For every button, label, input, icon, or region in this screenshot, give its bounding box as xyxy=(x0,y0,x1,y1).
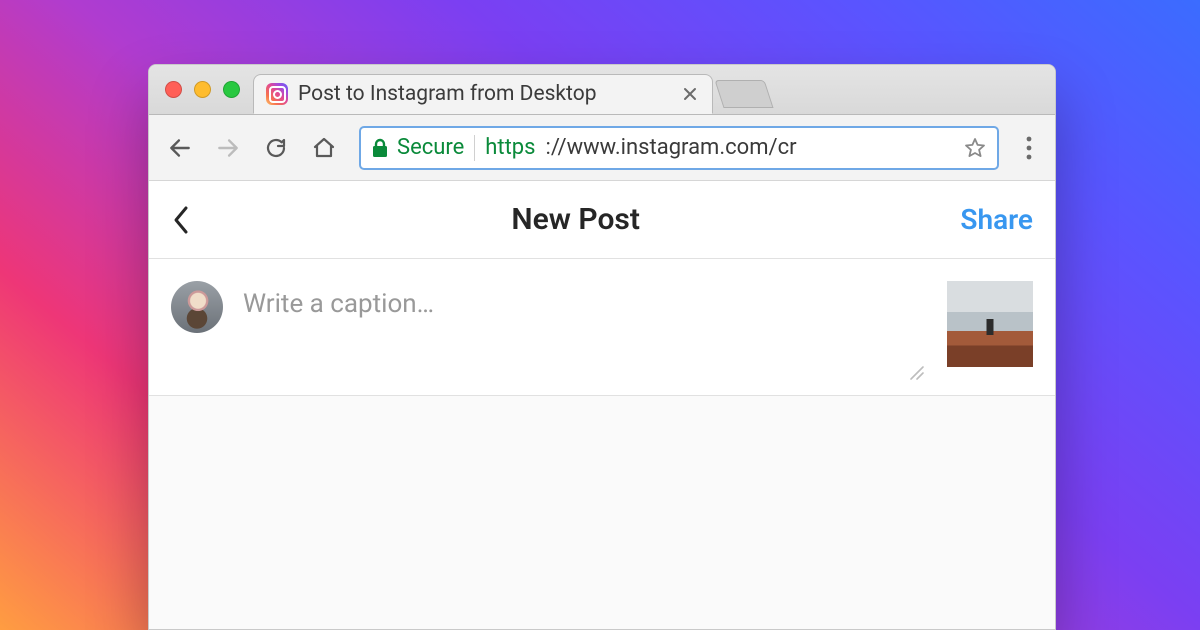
reload-icon xyxy=(264,136,288,160)
resize-grip-icon xyxy=(909,365,925,381)
caption-input[interactable]: Write a caption… xyxy=(243,281,927,351)
browser-window: Post to Instagram from Desktop xyxy=(148,64,1056,630)
user-avatar[interactable] xyxy=(171,281,223,333)
gradient-background: Post to Instagram from Desktop xyxy=(0,0,1200,630)
arrow-left-icon xyxy=(167,135,193,161)
browser-tab[interactable]: Post to Instagram from Desktop xyxy=(253,74,713,114)
url-text: ://www.instagram.com/cr xyxy=(546,135,797,160)
textarea-resize-handle[interactable] xyxy=(909,365,925,381)
star-icon xyxy=(963,136,987,160)
nav-forward-button xyxy=(215,135,241,161)
bookmark-button[interactable] xyxy=(963,136,987,160)
home-icon xyxy=(312,136,336,160)
url-scheme: https xyxy=(485,135,535,160)
caption-composer: Write a caption… xyxy=(149,259,1055,396)
browser-tabstrip: Post to Instagram from Desktop xyxy=(149,65,1055,115)
chevron-left-icon xyxy=(171,204,191,236)
post-image-thumbnail[interactable] xyxy=(947,281,1033,367)
secure-label: Secure xyxy=(397,135,464,160)
arrow-right-icon xyxy=(215,135,241,161)
address-bar[interactable]: Secure https ://www.instagram.com/cr xyxy=(359,126,999,170)
nav-reload-button[interactable] xyxy=(263,135,289,161)
secure-indicator: Secure xyxy=(371,135,464,160)
instagram-favicon-icon xyxy=(266,83,288,105)
browser-menu-button[interactable] xyxy=(1021,135,1037,161)
window-zoom-button[interactable] xyxy=(223,81,240,98)
page-body xyxy=(149,396,1055,630)
more-vertical-icon xyxy=(1025,135,1033,161)
close-icon xyxy=(682,86,698,102)
browser-tab-title: Post to Instagram from Desktop xyxy=(298,82,668,106)
nav-home-button[interactable] xyxy=(311,135,337,161)
nav-back-button[interactable] xyxy=(167,135,193,161)
share-button[interactable]: Share xyxy=(960,203,1033,236)
address-separator xyxy=(474,135,475,161)
new-tab-button[interactable] xyxy=(714,80,773,108)
page-title: New Post xyxy=(191,202,960,237)
page-viewport: New Post Share Write a caption… xyxy=(149,181,1055,630)
window-close-button[interactable] xyxy=(165,81,182,98)
window-controls xyxy=(165,81,240,98)
lock-icon xyxy=(371,138,389,158)
browser-toolbar: Secure https ://www.instagram.com/cr xyxy=(149,115,1055,181)
tab-close-button[interactable] xyxy=(678,86,702,102)
back-button[interactable] xyxy=(171,204,191,236)
new-post-header: New Post Share xyxy=(149,181,1055,259)
window-minimize-button[interactable] xyxy=(194,81,211,98)
